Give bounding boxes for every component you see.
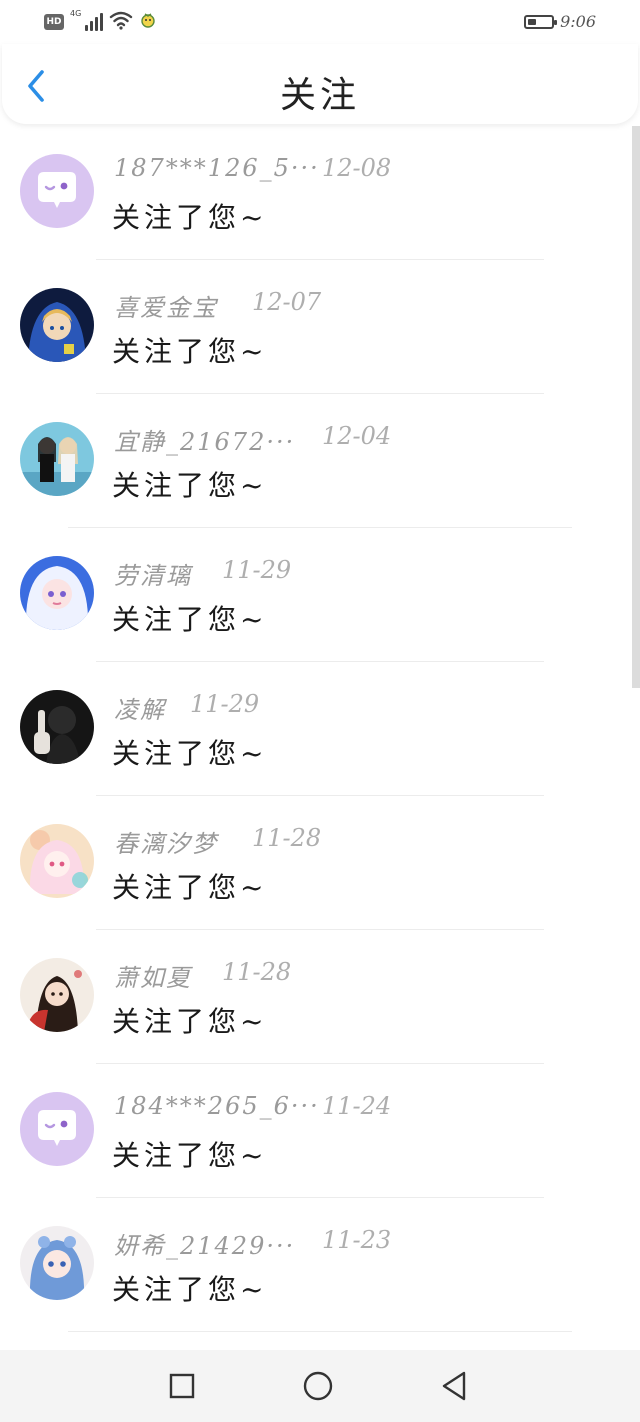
follower-name[interactable]: 凌解 xyxy=(114,690,166,725)
follow-message: 关注了您~ xyxy=(112,871,268,904)
header: 关注 xyxy=(2,44,638,124)
follower-row[interactable]: 萧如夏 11-28 关注了您~ xyxy=(0,930,630,1064)
scrollbar[interactable] xyxy=(632,126,640,688)
navigation-bar xyxy=(0,1350,640,1422)
follower-row[interactable]: 187***126_5··· 12-08 关注了您~ xyxy=(0,126,630,260)
avatar[interactable] xyxy=(20,1226,94,1300)
status-time: 9:06 xyxy=(560,12,596,31)
follow-message: 关注了您~ xyxy=(112,1273,268,1306)
status-right: 9:06 xyxy=(524,12,596,31)
avatar[interactable] xyxy=(20,154,94,228)
avatar[interactable] xyxy=(20,556,94,630)
follow-message: 关注了您~ xyxy=(112,603,268,636)
avatar[interactable] xyxy=(20,288,94,362)
follow-date: 11-29 xyxy=(190,690,260,718)
follow-date: 11-23 xyxy=(322,1226,392,1254)
follow-date: 11-28 xyxy=(222,958,292,986)
follow-date: 11-29 xyxy=(222,556,292,584)
follow-message: 关注了您~ xyxy=(112,469,268,502)
follower-row[interactable]: 喜爱金宝 12-07 关注了您~ xyxy=(0,260,630,394)
follower-name[interactable]: 187***126_5··· xyxy=(114,154,320,182)
recent-apps-button[interactable] xyxy=(166,1370,198,1402)
hd-icon: HD xyxy=(44,14,64,30)
home-icon xyxy=(303,1371,333,1401)
follower-row[interactable]: 春漓汐梦 11-28 关注了您~ xyxy=(0,796,630,930)
notification-app-icon xyxy=(139,11,157,33)
signal-strength-icon xyxy=(85,13,104,31)
network-type-label: 4G xyxy=(70,9,82,18)
follower-name[interactable]: 劳清璃 xyxy=(114,556,192,591)
follower-name[interactable]: 萧如夏 xyxy=(114,958,192,993)
follow-date: 12-04 xyxy=(322,422,392,450)
follow-date: 12-08 xyxy=(322,154,392,182)
status-left: HD 4G xyxy=(44,10,157,34)
follower-name[interactable]: 春漓汐梦 xyxy=(114,824,218,859)
screen: HD 4G 9:06 关注 187***126_5··· 12-08 关注了您~… xyxy=(0,0,640,1422)
follow-message: 关注了您~ xyxy=(112,335,268,368)
page-title: 关注 xyxy=(279,75,360,116)
follower-name[interactable]: 宜静_21672··· xyxy=(114,422,295,457)
avatar[interactable] xyxy=(20,422,94,496)
follow-date: 12-07 xyxy=(252,288,322,316)
follower-row[interactable]: 凌解 11-29 关注了您~ xyxy=(0,662,630,796)
follower-name[interactable]: 妍希_21429··· xyxy=(114,1226,295,1261)
follower-row[interactable]: 宜静_21672··· 12-04 关注了您~ xyxy=(0,394,630,528)
follow-message: 关注了您~ xyxy=(112,737,268,770)
follow-message: 关注了您~ xyxy=(112,1005,268,1038)
follower-row[interactable]: 184***265_6··· 11-24 关注了您~ xyxy=(0,1064,630,1198)
followers-list[interactable]: 187***126_5··· 12-08 关注了您~ 喜爱金宝 12-07 关注了您~ 宜静… xyxy=(0,126,640,1350)
follow-message: 关注了您~ xyxy=(112,201,268,234)
wifi-icon xyxy=(109,10,133,34)
follow-message: 关注了您~ xyxy=(112,1139,268,1172)
back-triangle-icon xyxy=(442,1371,466,1401)
avatar[interactable] xyxy=(20,690,94,764)
avatar[interactable] xyxy=(20,958,94,1032)
home-button[interactable] xyxy=(302,1370,334,1402)
row-divider xyxy=(68,1331,572,1332)
follower-row[interactable]: 妍希_21429··· 11-23 关注了您~ xyxy=(0,1198,630,1332)
follow-date: 11-24 xyxy=(322,1092,392,1120)
follow-date: 11-28 xyxy=(252,824,322,852)
status-bar: HD 4G 9:06 xyxy=(0,0,640,44)
recent-apps-icon xyxy=(169,1373,195,1399)
follower-name[interactable]: 喜爱金宝 xyxy=(114,288,218,323)
follower-row[interactable]: 劳清璃 11-29 关注了您~ xyxy=(0,528,630,662)
battery-icon xyxy=(524,14,558,29)
follower-name[interactable]: 184***265_6··· xyxy=(114,1092,320,1120)
nav-back-button[interactable] xyxy=(438,1370,470,1402)
avatar[interactable] xyxy=(20,1092,94,1166)
avatar[interactable] xyxy=(20,824,94,898)
